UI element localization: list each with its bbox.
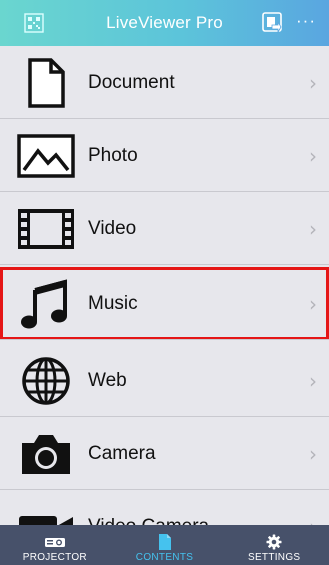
list-item-photo[interactable]: Photo › [0,119,329,192]
divider [0,339,329,340]
tab-contents[interactable]: CONTENTS [110,525,220,565]
photo-icon [16,130,76,182]
film-icon [16,203,76,255]
list-item-web[interactable]: Web › [0,344,329,417]
list-item-document[interactable]: Document › [0,46,329,119]
list-item-camera[interactable]: Camera › [0,417,329,490]
export-icon[interactable] [262,12,282,34]
chevron-right-icon: › [309,515,317,526]
qr-scan-icon[interactable] [24,13,44,33]
globe-icon [16,355,76,407]
chevron-right-icon: › [309,143,317,168]
content-type-list: Document › Photo › Video › Music › Web ›… [0,46,329,525]
tab-label: CONTENTS [135,552,194,563]
list-item-label: Video Camera [88,516,209,526]
list-item-label: Video [88,217,137,239]
chevron-right-icon: › [309,441,317,466]
list-item-label: Music [88,292,138,314]
list-item-music[interactable]: Music › [0,267,329,340]
camera-icon [16,428,76,480]
chevron-right-icon: › [309,216,317,241]
more-options-icon[interactable]: ··· [296,12,316,29]
projector-icon [44,532,66,552]
list-item-label: Document [88,71,175,93]
list-item-label: Photo [88,144,138,166]
file-icon [158,532,172,552]
list-item-label: Web [88,369,127,391]
bottom-tab-bar: PROJECTOR CONTENTS SETTINGS [0,525,329,565]
chevron-right-icon: › [309,291,317,316]
tab-settings[interactable]: SETTINGS [219,525,329,565]
chevron-right-icon: › [309,70,317,95]
chevron-right-icon: › [309,368,317,393]
app-title: LiveViewer Pro [106,13,223,32]
list-item-video-camera[interactable]: Video Camera › [0,490,329,525]
document-icon [16,57,76,109]
list-item-video[interactable]: Video › [0,192,329,265]
tab-label: PROJECTOR [22,552,87,563]
gear-icon [266,532,282,552]
list-item-label: Camera [88,442,156,464]
divider [0,264,329,265]
video-camera-icon [16,501,76,525]
app-header: LiveViewer Pro ··· [0,0,329,46]
tab-projector[interactable]: PROJECTOR [0,525,110,565]
music-note-icon [16,278,76,330]
tab-label: SETTINGS [247,552,301,563]
